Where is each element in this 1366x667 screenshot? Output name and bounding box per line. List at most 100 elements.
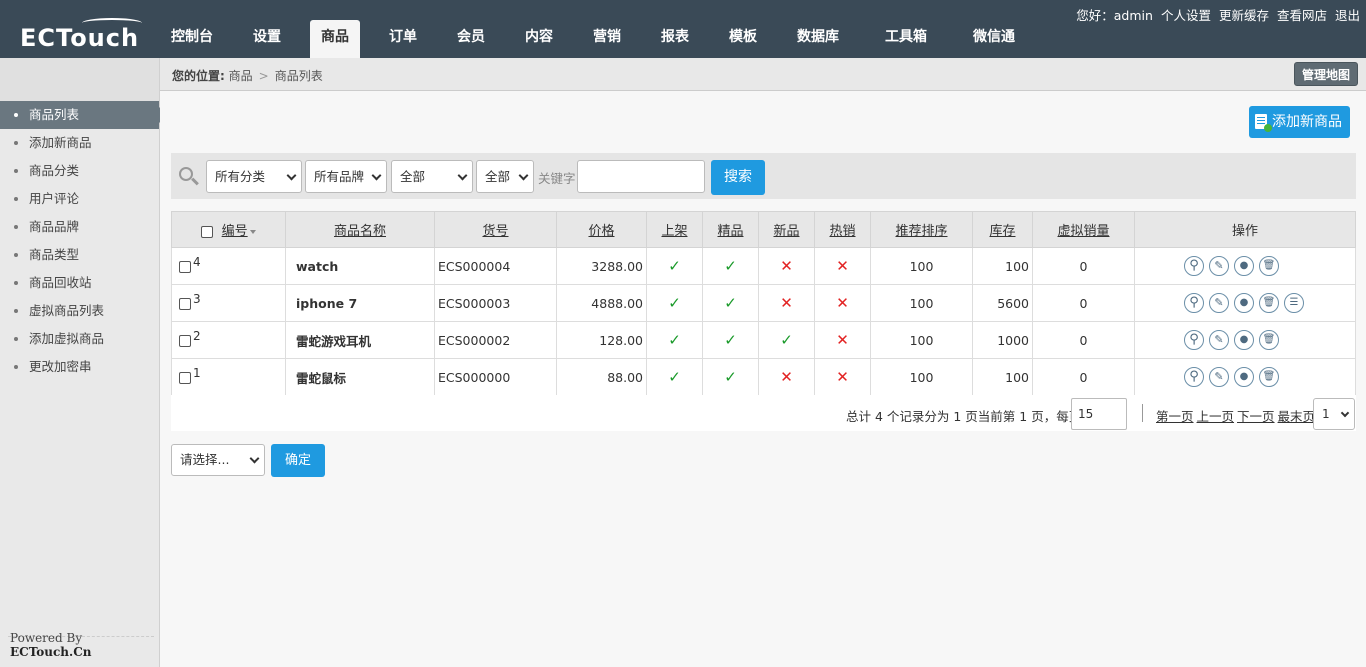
- category-select[interactable]: 所有分类: [206, 160, 302, 193]
- view-icon[interactable]: [1184, 256, 1204, 276]
- delete-icon[interactable]: [1258, 367, 1279, 387]
- cross-icon[interactable]: ✕: [836, 368, 849, 386]
- link-logout[interactable]: 退出: [1335, 5, 1360, 24]
- row-checkbox[interactable]: [179, 335, 191, 347]
- page-select[interactable]: 1: [1313, 398, 1355, 430]
- check-icon[interactable]: ✓: [668, 294, 681, 312]
- nav-item-4[interactable]: 会员: [446, 20, 496, 58]
- cell-virtual-sales[interactable]: 0: [1032, 247, 1135, 285]
- select-all-checkbox[interactable]: [201, 225, 214, 238]
- check-icon[interactable]: ✓: [724, 331, 737, 349]
- edit-icon[interactable]: [1208, 367, 1229, 387]
- admin-map-button[interactable]: 管理地图: [1293, 62, 1358, 86]
- cell-sort[interactable]: 100: [870, 321, 973, 359]
- cell-price[interactable]: 88.00: [556, 358, 647, 396]
- col-name[interactable]: 商品名称: [285, 211, 435, 248]
- edit-icon[interactable]: [1208, 256, 1229, 276]
- cell-stock[interactable]: 1000: [972, 321, 1033, 359]
- cell-sn[interactable]: ECS000000: [434, 358, 557, 396]
- product-list-icon[interactable]: [1283, 293, 1304, 313]
- col-on-sale[interactable]: 上架: [646, 211, 703, 248]
- batch-confirm-button[interactable]: 确定: [271, 444, 325, 477]
- cell-price[interactable]: 128.00: [556, 321, 647, 359]
- cell-price[interactable]: 3288.00: [556, 247, 647, 285]
- cell-sort[interactable]: 100: [870, 358, 973, 396]
- per-page-input[interactable]: 15: [1071, 398, 1127, 430]
- col-id[interactable]: 编号: [171, 211, 286, 248]
- sidebar-item-7[interactable]: 虚拟商品列表: [0, 297, 159, 325]
- copy-icon[interactable]: [1233, 293, 1254, 313]
- cross-icon[interactable]: ✕: [836, 294, 849, 312]
- row-checkbox[interactable]: [179, 372, 191, 384]
- delete-icon[interactable]: [1258, 293, 1279, 313]
- cross-icon[interactable]: ✕: [836, 331, 849, 349]
- edit-icon[interactable]: [1208, 330, 1229, 350]
- col-best[interactable]: 精品: [702, 211, 759, 248]
- col-hot[interactable]: 热销: [814, 211, 871, 248]
- link-view-shop[interactable]: 查看网店: [1277, 5, 1327, 24]
- nav-item-2[interactable]: 商品: [310, 20, 360, 58]
- delete-icon[interactable]: [1258, 330, 1279, 350]
- cell-virtual-sales[interactable]: 0: [1032, 321, 1135, 359]
- add-goods-button[interactable]: 添加新商品: [1249, 106, 1350, 138]
- ectouch-logo[interactable]: ECTouch: [20, 18, 142, 52]
- cross-icon[interactable]: ✕: [780, 257, 793, 275]
- view-icon[interactable]: [1184, 293, 1204, 313]
- cell-name[interactable]: 雷蛇游戏耳机: [285, 321, 435, 359]
- cell-stock[interactable]: 100: [972, 247, 1033, 285]
- cross-icon[interactable]: ✕: [780, 294, 793, 312]
- check-icon[interactable]: ✓: [668, 368, 681, 386]
- nav-item-0[interactable]: 控制台: [160, 20, 224, 58]
- check-icon[interactable]: ✓: [668, 257, 681, 275]
- cell-sn[interactable]: ECS000003: [434, 284, 557, 322]
- cross-icon[interactable]: ✕: [836, 257, 849, 275]
- check-icon[interactable]: ✓: [724, 368, 737, 386]
- copy-icon[interactable]: [1233, 330, 1254, 350]
- cell-virtual-sales[interactable]: 0: [1032, 284, 1135, 322]
- breadcrumb-item-goods[interactable]: 商品: [229, 69, 253, 83]
- row-checkbox[interactable]: [179, 261, 191, 273]
- col-sn[interactable]: 货号: [434, 211, 557, 248]
- col-sort[interactable]: 推荐排序: [870, 211, 973, 248]
- cell-name[interactable]: iphone 7: [285, 284, 435, 322]
- cell-sort[interactable]: 100: [870, 247, 973, 285]
- col-virtual-sales[interactable]: 虚拟销量: [1032, 211, 1135, 248]
- cell-name[interactable]: watch: [285, 247, 435, 285]
- check-icon[interactable]: ✓: [724, 294, 737, 312]
- cell-virtual-sales[interactable]: 0: [1032, 358, 1135, 396]
- nav-item-10[interactable]: 工具箱: [874, 20, 938, 58]
- powered-brand[interactable]: ECTouch.Cn: [10, 645, 91, 659]
- sidebar-item-6[interactable]: 商品回收站: [0, 269, 159, 297]
- nav-item-11[interactable]: 微信通: [962, 20, 1026, 58]
- check-icon[interactable]: ✓: [780, 331, 793, 349]
- type-select[interactable]: 全部: [391, 160, 473, 193]
- view-icon[interactable]: [1184, 330, 1204, 350]
- cell-sn[interactable]: ECS000002: [434, 321, 557, 359]
- nav-item-8[interactable]: 模板: [718, 20, 768, 58]
- copy-icon[interactable]: [1233, 256, 1254, 276]
- link-clear-cache[interactable]: 更新缓存: [1219, 5, 1269, 24]
- brand-select[interactable]: 所有品牌: [305, 160, 387, 193]
- cell-stock[interactable]: 100: [972, 358, 1033, 396]
- sidebar-item-5[interactable]: 商品类型: [0, 241, 159, 269]
- first-page-link[interactable]: 第一页: [1156, 406, 1194, 425]
- cell-name[interactable]: 雷蛇鼠标: [285, 358, 435, 396]
- search-button[interactable]: 搜索: [711, 160, 765, 195]
- col-price[interactable]: 价格: [556, 211, 647, 248]
- cell-price[interactable]: 4888.00: [556, 284, 647, 322]
- keyword-input[interactable]: [577, 160, 705, 193]
- nav-item-3[interactable]: 订单: [378, 20, 428, 58]
- sidebar-item-0[interactable]: 商品列表: [0, 101, 167, 129]
- cell-stock[interactable]: 5600: [972, 284, 1033, 322]
- delete-icon[interactable]: [1258, 256, 1279, 276]
- col-new[interactable]: 新品: [758, 211, 815, 248]
- col-stock[interactable]: 库存: [972, 211, 1033, 248]
- view-icon[interactable]: [1184, 367, 1204, 387]
- sidebar-item-8[interactable]: 添加虚拟商品: [0, 325, 159, 353]
- nav-item-5[interactable]: 内容: [514, 20, 564, 58]
- nav-item-7[interactable]: 报表: [650, 20, 700, 58]
- batch-action-select[interactable]: 请选择...: [171, 444, 265, 476]
- last-page-link[interactable]: 最末页: [1278, 406, 1316, 425]
- cell-sn[interactable]: ECS000004: [434, 247, 557, 285]
- status-select[interactable]: 全部: [476, 160, 534, 193]
